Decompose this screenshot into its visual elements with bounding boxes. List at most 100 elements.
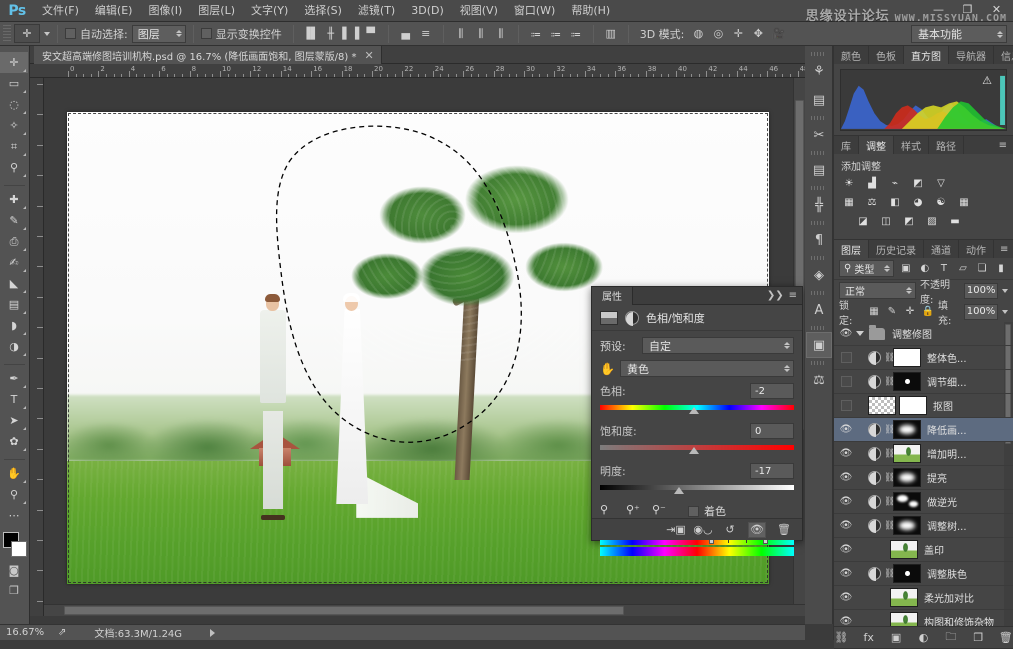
- screen-mode-icon[interactable]: ❐: [0, 580, 28, 600]
- 3d-icon[interactable]: ◈: [806, 262, 832, 288]
- menu-select[interactable]: 选择(S): [296, 0, 350, 22]
- panel-menu-icon[interactable]: ≡: [789, 290, 797, 301]
- 3d-slide-icon[interactable]: ✥: [748, 24, 768, 44]
- lock-transparent-icon[interactable]: ▦: [868, 305, 880, 318]
- layer-name[interactable]: 降低画...: [927, 422, 967, 437]
- align-right-edges-icon[interactable]: ▌▐: [341, 24, 361, 44]
- histogram-warning-icon[interactable]: ⚠: [982, 74, 992, 87]
- layer-mask-thumbnail[interactable]: [893, 564, 921, 583]
- menu-layer[interactable]: 图层(L): [190, 0, 243, 22]
- 3d-zoom-icon[interactable]: 🎥: [768, 24, 788, 44]
- photo-filter-icon[interactable]: ◕: [910, 195, 926, 209]
- vibrance-icon[interactable]: ▽: [933, 176, 949, 190]
- properties-panel[interactable]: 属性 ❯❯ ≡ 色相/饱和度 预设: 自定 ✋ 黄色 色相: -2 饱和度: 0…: [591, 286, 803, 556]
- adjustment-filter-icon[interactable]: ◐: [918, 261, 932, 277]
- layer-row[interactable]: 👁 构图和修饰杂物: [834, 610, 1013, 626]
- menu-view[interactable]: 视图(V): [452, 0, 506, 22]
- collapse-icon[interactable]: ❯❯: [767, 290, 784, 301]
- saturation-value-field[interactable]: 0: [750, 423, 794, 439]
- distribute-middle-icon[interactable]: ⩴: [546, 24, 566, 44]
- eyedropper-add-icon[interactable]: ⚲⁺: [626, 503, 642, 519]
- blur-tool[interactable]: ◗: [0, 315, 28, 336]
- black-white-icon[interactable]: ◧: [887, 195, 903, 209]
- pen-tool[interactable]: ✒: [0, 368, 28, 389]
- measurement-icon[interactable]: ⚖: [806, 367, 832, 393]
- layer-row[interactable]: 👁 ⛓ 提亮: [834, 466, 1013, 490]
- layer-row[interactable]: 👁 盖印: [834, 538, 1013, 562]
- channel-mixer-icon[interactable]: ☯: [933, 195, 949, 209]
- quick-selection-tool[interactable]: ✧: [0, 115, 28, 136]
- menu-help[interactable]: 帮助(H): [563, 0, 618, 22]
- history-brush-tool[interactable]: ✍: [0, 252, 28, 273]
- layer-mask-thumbnail[interactable]: [893, 468, 921, 487]
- mask-link-icon[interactable]: ⛓: [884, 497, 895, 507]
- menu-filter[interactable]: 滤镜(T): [350, 0, 403, 22]
- lock-all-icon[interactable]: 🔒: [922, 305, 934, 318]
- history-brush-source-icon[interactable]: ⚘: [806, 58, 832, 84]
- layer-row[interactable]: 👁 ⛓ 做逆光: [834, 490, 1013, 514]
- layer-style-icon[interactable]: fx: [861, 630, 875, 645]
- zoom-tool[interactable]: ⚲: [0, 484, 28, 505]
- layer-row[interactable]: 👁 ⛓ 降低画...: [834, 418, 1013, 442]
- layer-filter-type-dropdown[interactable]: ⚲ 类型: [839, 260, 894, 277]
- distribute-bottom-icon[interactable]: ⩴: [566, 24, 586, 44]
- delete-layer-icon[interactable]: 🗑: [999, 630, 1013, 645]
- clone-stamp-tool[interactable]: ⎙: [0, 231, 28, 252]
- mask-link-icon[interactable]: ⛓: [884, 521, 895, 531]
- layer-mask-thumbnail[interactable]: [893, 516, 921, 535]
- color-swatches[interactable]: [0, 530, 28, 560]
- mask-link-icon[interactable]: ⛓: [884, 473, 895, 483]
- opacity-chevron-down-icon[interactable]: [1002, 288, 1008, 293]
- adjustment-layer-thumbnail[interactable]: [868, 351, 881, 365]
- new-layer-icon[interactable]: ❐: [971, 630, 985, 645]
- shape-filter-icon[interactable]: ▱: [956, 261, 970, 277]
- menu-image[interactable]: 图像(I): [140, 0, 190, 22]
- menu-3d[interactable]: 3D(D): [403, 0, 452, 22]
- threshold-icon[interactable]: ◩: [901, 214, 917, 228]
- preset-dropdown[interactable]: 自定: [642, 337, 794, 354]
- posterize-icon[interactable]: ◫: [878, 214, 894, 228]
- lightness-slider[interactable]: [600, 481, 794, 495]
- eye-icon[interactable]: 👁: [836, 610, 856, 626]
- layers-list[interactable]: 👁 调整修图 ⛓ 整体色... ⛓ 调节细... 抠图 👁 ⛓ 降低画... 👁 ⛓ 增加明... 👁 ⛓ 提…: [834, 322, 1013, 626]
- auto-align-layers-icon[interactable]: ▥: [601, 24, 621, 44]
- brightness-contrast-icon[interactable]: ☀: [841, 176, 857, 190]
- eye-icon[interactable]: 👁: [836, 538, 856, 562]
- tab-libraries[interactable]: 库: [834, 136, 859, 154]
- layer-row[interactable]: 👁 ⛓ 调整肤色: [834, 562, 1013, 586]
- auto-select-checkbox[interactable]: [65, 28, 76, 39]
- new-group-icon[interactable]: 🗀: [944, 630, 958, 645]
- menu-window[interactable]: 窗口(W): [506, 0, 563, 22]
- tool-preset-chevron-down-icon[interactable]: [44, 31, 50, 36]
- fill-chevron-down-icon[interactable]: [1002, 309, 1008, 314]
- crop-tool[interactable]: ⌗: [0, 136, 28, 157]
- eye-hidden-icon[interactable]: [836, 370, 856, 394]
- smart-object-filter-icon[interactable]: ❏: [975, 261, 989, 277]
- 3d-orbit-icon[interactable]: ◍: [688, 24, 708, 44]
- layer-name[interactable]: 调整树...: [927, 518, 967, 533]
- tab-histogram[interactable]: 直方图: [904, 46, 949, 64]
- paragraph-icon[interactable]: ¶: [806, 227, 832, 253]
- mask-link-icon[interactable]: ⛓: [884, 449, 895, 459]
- eye-icon[interactable]: 👁: [836, 514, 856, 538]
- view-previous-state-icon[interactable]: ◉◡: [693, 522, 712, 538]
- mask-link-icon[interactable]: ⛓: [884, 377, 895, 387]
- clip-to-layer-icon[interactable]: ⇥▣: [666, 522, 686, 538]
- maximize-button[interactable]: ❐: [953, 0, 982, 19]
- custom-shape-tool[interactable]: ✿: [0, 431, 28, 452]
- tab-history[interactable]: 历史记录: [869, 240, 924, 258]
- tab-info[interactable]: 信息: [994, 46, 1013, 64]
- adjustment-layer-thumbnail[interactable]: [868, 423, 881, 437]
- saturation-slider[interactable]: [600, 441, 794, 455]
- color-lookup-icon[interactable]: ▦: [956, 195, 972, 209]
- share-icon[interactable]: ⇗: [58, 627, 66, 638]
- layer-row[interactable]: 抠图: [834, 394, 1013, 418]
- layer-row[interactable]: 👁 ⛓ 调整树...: [834, 514, 1013, 538]
- adjustment-layer-thumbnail[interactable]: [868, 567, 881, 581]
- tab-swatches[interactable]: 色板: [869, 46, 904, 64]
- pixel-filter-icon[interactable]: ▣: [899, 261, 913, 277]
- path-selection-tool[interactable]: ➤: [0, 410, 28, 431]
- align-left-edges-icon[interactable]: ▐▌: [301, 24, 321, 44]
- colorize-option[interactable]: 着色: [688, 503, 726, 519]
- layer-row[interactable]: ⛓ 调节细...: [834, 370, 1013, 394]
